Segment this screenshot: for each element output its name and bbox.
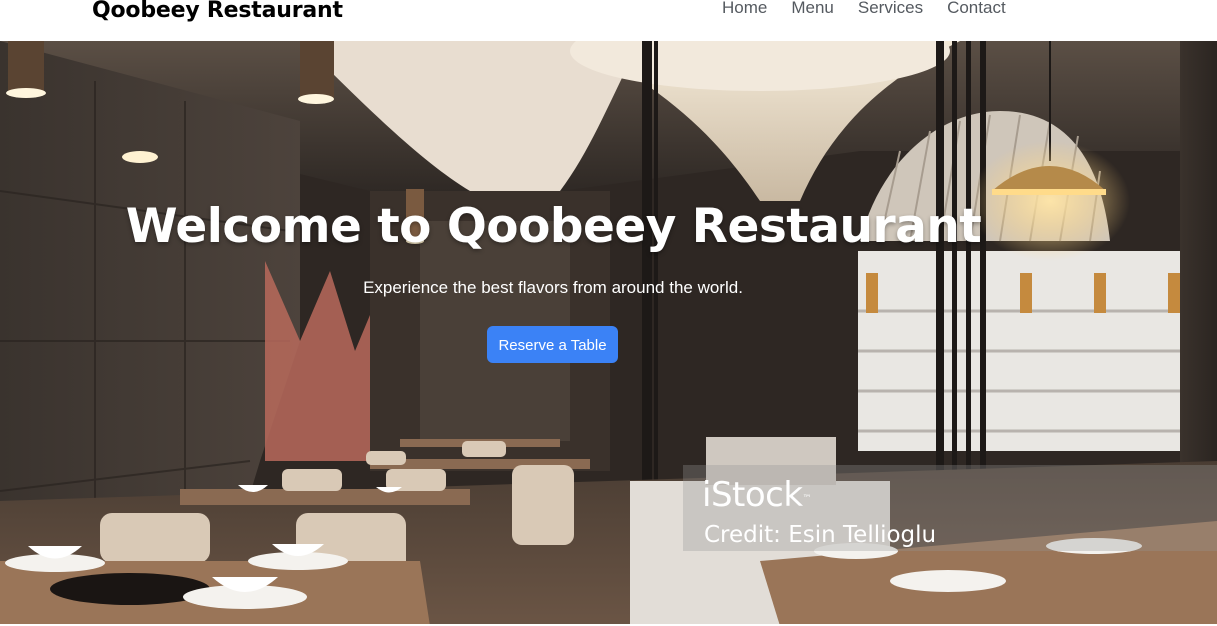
hero-subtitle: Experience the best flavors from around … xyxy=(363,278,743,297)
nav-link-menu[interactable]: Menu xyxy=(791,0,834,21)
reserve-table-button[interactable]: Reserve a Table xyxy=(487,326,618,363)
brand-logo[interactable]: Qoobeey Restaurant xyxy=(92,0,343,26)
nav-link-services[interactable]: Services xyxy=(858,0,923,21)
photo-credit: Credit: Esin Tellioglu xyxy=(704,522,937,548)
istock-logo: iStock™ xyxy=(702,475,812,515)
nav-link-contact[interactable]: Contact xyxy=(947,0,1006,21)
nav-link-home[interactable]: Home xyxy=(722,0,767,21)
trademark-symbol: ™ xyxy=(802,494,812,504)
istock-watermark: iStock™ Credit: Esin Tellioglu xyxy=(683,465,1217,551)
hero-section: Welcome to Qoobeey Restaurant Experience… xyxy=(0,41,1217,626)
istock-logo-text: iStock xyxy=(702,475,803,515)
hero-title: Welcome to Qoobeey Restaurant xyxy=(125,199,982,254)
nav-links: Home Menu Services Contact xyxy=(722,0,1030,21)
navbar: Qoobeey Restaurant Home Menu Services Co… xyxy=(0,0,1217,41)
